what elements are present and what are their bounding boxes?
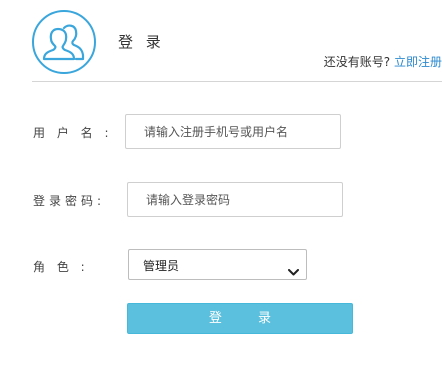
- role-select[interactable]: 管理员: [128, 249, 307, 280]
- role-label: 角 色 :: [33, 260, 89, 274]
- register-row: 还没有账号? 立即注册: [324, 53, 442, 70]
- header-divider: [32, 81, 442, 82]
- login-page: 登 录 还没有账号? 立即注册 用 户 名 : 登录密码: 角 色 : 管理员 …: [0, 0, 442, 371]
- username-label: 用 户 名 :: [33, 126, 113, 140]
- password-input[interactable]: [127, 182, 343, 217]
- page-title: 登 录: [118, 33, 165, 51]
- users-icon: [32, 10, 96, 74]
- register-link[interactable]: 立即注册: [394, 55, 442, 69]
- chevron-down-icon: [288, 261, 299, 280]
- password-label: 登录密码:: [33, 194, 106, 208]
- login-button[interactable]: 登 录: [127, 303, 353, 334]
- username-input[interactable]: [125, 114, 341, 149]
- register-prompt: 还没有账号?: [323, 55, 391, 69]
- role-select-value: 管理员: [143, 259, 180, 273]
